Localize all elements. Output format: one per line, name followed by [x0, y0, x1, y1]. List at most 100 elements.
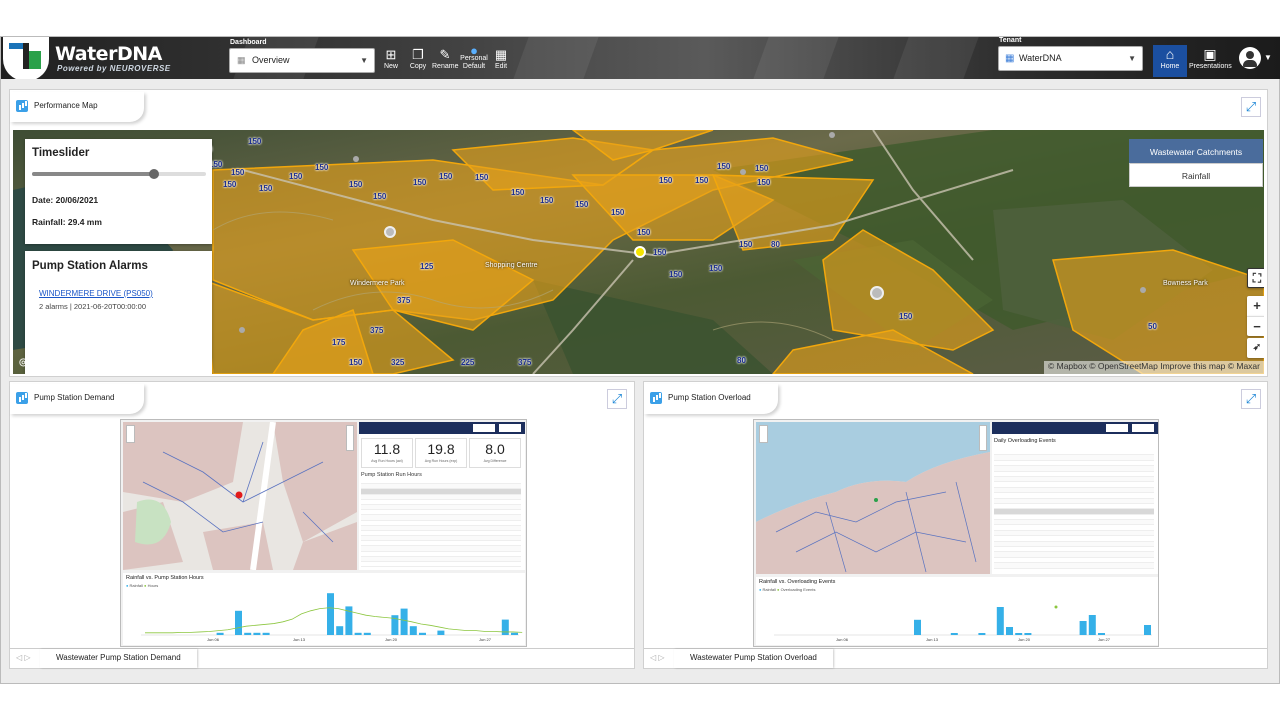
- mini-map-tools[interactable]: [759, 425, 768, 443]
- rainfall-bar: [336, 626, 344, 635]
- date-range-bar[interactable]: [992, 422, 1158, 434]
- rainfall-bar: [501, 619, 509, 635]
- alarm-detail: 2 alarms | 2021-06-20T00:00:00: [39, 302, 147, 311]
- catchment-label: 150: [709, 264, 723, 273]
- kpi-value: 11.8: [373, 441, 401, 457]
- catchment-label: 150: [757, 178, 771, 187]
- run-hours-title: Pump Station Run Hours: [361, 472, 422, 478]
- tab-nav-arrows[interactable]: ◁ ▷: [650, 649, 665, 667]
- catchment-label: 375: [370, 326, 384, 335]
- demand-bottom-tabs: ◁ ▷ Wastewater Pump Station Demand: [10, 648, 634, 668]
- overload-events-table: [994, 450, 1154, 572]
- rainfall-bar: [400, 608, 408, 635]
- mini-map-tools[interactable]: [126, 425, 135, 443]
- place-label: Windermere Park: [350, 280, 405, 287]
- mapbox-logo[interactable]: ◎mapbox: [19, 357, 66, 368]
- presentations-button[interactable]: ▣ Presentations: [1189, 45, 1232, 77]
- rename-label: Rename: [432, 63, 459, 70]
- avatar-icon: [1239, 47, 1261, 69]
- tab-wastewater-pump-station-overload[interactable]: Wastewater Pump Station Overload: [674, 649, 833, 668]
- rainfall-bar: [1024, 633, 1032, 635]
- rainfall-bar: [327, 593, 334, 635]
- pump-overload-report[interactable]: Daily Overloading Events Rainfall vs. Ov…: [753, 419, 1159, 647]
- table-row[interactable]: [994, 563, 1154, 569]
- dashboard-select[interactable]: ▦ Overview ▼: [229, 48, 375, 73]
- catchment-label: 150: [653, 248, 667, 257]
- expand-map-button[interactable]: ⤢: [1241, 97, 1261, 117]
- catchment-label: 150: [899, 312, 913, 321]
- catchment-label: 80: [771, 240, 780, 249]
- demand-mini-map[interactable]: [123, 422, 357, 570]
- catchment-label: 225: [461, 358, 475, 367]
- catchment-label: 50: [1148, 322, 1157, 331]
- mini-map-zoom[interactable]: [346, 425, 354, 451]
- pump-station-alarms-card: Pump Station Alarms WINDERMERE DRIVE (PS…: [25, 251, 212, 374]
- catchment-label: 150: [373, 192, 387, 201]
- rainfall-bar: [253, 632, 261, 635]
- pump-overload-title: Pump Station Overload: [668, 393, 751, 402]
- presentations-label: Presentations: [1189, 63, 1232, 70]
- mini-map-zoom[interactable]: [979, 425, 987, 451]
- personal-default-label: Personal Default: [460, 55, 488, 70]
- pump-demand-report[interactable]: 11.8 Avg Run Hours (act) 19.8 Avg Run Hours…: [120, 419, 527, 647]
- table-row[interactable]: [361, 562, 521, 568]
- zoom-in-button[interactable]: +: [1247, 296, 1264, 316]
- catchment-label: 150: [511, 188, 525, 197]
- rainfall-bar: [235, 610, 242, 635]
- brand-subtitle: Powered by NEUROVERSE: [57, 64, 171, 73]
- performance-map[interactable]: 150 150 150 150 150 150 150 150 150 150 150 150 150 1…: [13, 130, 1264, 374]
- pump-station-marker: [870, 286, 884, 300]
- kpi-value: 19.8: [427, 441, 455, 457]
- expand-demand-button[interactable]: ⤢: [607, 389, 627, 409]
- personal-default-button[interactable]: ● Personal Default: [459, 43, 489, 73]
- map-attribution[interactable]: © Mapbox © OpenStreetMap Improve this ma…: [1043, 361, 1264, 374]
- catchment-label: 150: [659, 176, 673, 185]
- user-menu[interactable]: ▼: [1237, 45, 1273, 73]
- timeslider-track[interactable]: [32, 169, 206, 179]
- waterdna-logo[interactable]: [3, 37, 49, 79]
- catchment-label: 80: [737, 356, 746, 365]
- new-label: New: [383, 63, 398, 70]
- overload-mini-map[interactable]: [756, 422, 990, 574]
- copy-icon: ❐: [412, 47, 424, 62]
- expand-icon: ⤢: [1245, 99, 1257, 114]
- kpi-label: Avg Run Hours (act): [371, 459, 403, 463]
- catchment-label: 375: [518, 358, 532, 367]
- rainfall-bar: [511, 632, 518, 635]
- tab-wastewater-pump-station-demand[interactable]: Wastewater Pump Station Demand: [40, 649, 197, 668]
- rainfall-bar: [1015, 633, 1023, 635]
- chevron-down-icon: ▼: [1128, 54, 1136, 63]
- building-icon: ▦: [1005, 53, 1015, 64]
- new-dashboard-button[interactable]: ⊞ New: [378, 47, 404, 77]
- edit-dashboard-button[interactable]: ▦ Edit: [488, 47, 514, 77]
- catchment-label: 375: [397, 296, 411, 305]
- zoom-out-button[interactable]: −: [1247, 316, 1264, 336]
- layer-tab-wastewater-catchments[interactable]: Wastewater Catchments: [1129, 139, 1263, 163]
- chart-icon: [650, 392, 662, 404]
- rainfall-bar: [1006, 627, 1013, 635]
- rename-dashboard-button[interactable]: ✎ Rename: [432, 47, 458, 77]
- timeslider-card: Timeslider Date: 20/06/2021 Rainfall: 29…: [25, 139, 212, 244]
- catchment-label: 150: [349, 358, 363, 367]
- expand-overload-button[interactable]: ⤢: [1241, 389, 1261, 409]
- catchment-label: 150: [755, 164, 769, 173]
- x-tick: Jun 13: [926, 637, 939, 642]
- alarm-station-link[interactable]: WINDERMERE DRIVE (PS050): [39, 289, 153, 298]
- rainfall-bar: [363, 632, 371, 635]
- fullscreen-button[interactable]: ⛶: [1247, 268, 1264, 288]
- copy-label: Copy: [409, 63, 427, 70]
- home-button[interactable]: ⌂ Home: [1153, 45, 1187, 77]
- tab-nav-arrows[interactable]: ◁ ▷: [16, 649, 31, 667]
- copy-dashboard-button[interactable]: ❐ Copy: [405, 47, 431, 77]
- brand-name: WaterDNA: [55, 43, 162, 65]
- date-range-bar[interactable]: [359, 422, 525, 434]
- compass-button[interactable]: ➶: [1247, 338, 1264, 358]
- tenant-select[interactable]: ▦ WaterDNA ▼: [998, 46, 1143, 71]
- rainfall-bar: [409, 626, 417, 635]
- expand-icon: ⤢: [611, 391, 623, 406]
- catchment-label: 150: [349, 180, 363, 189]
- compass-icon: ➶: [1252, 342, 1262, 353]
- layer-tab-rainfall[interactable]: Rainfall: [1129, 163, 1263, 187]
- timeslider-thumb[interactable]: [148, 169, 159, 179]
- rainfall-bar: [996, 607, 1004, 635]
